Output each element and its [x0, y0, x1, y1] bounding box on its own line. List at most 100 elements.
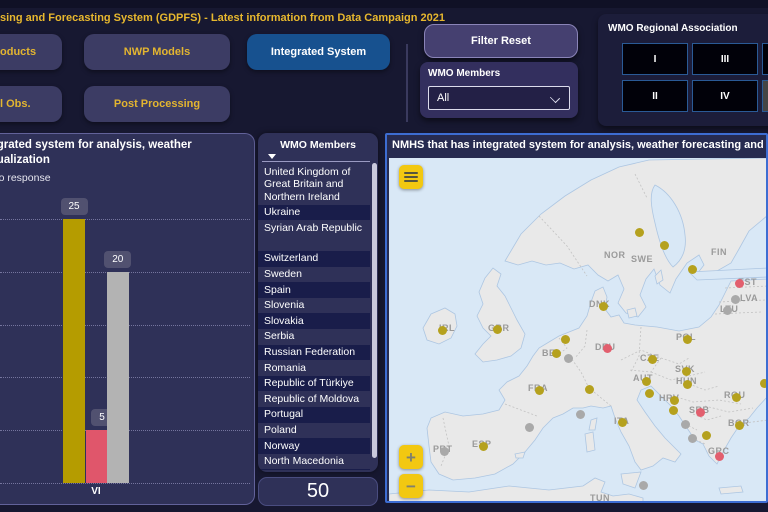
list-scrollbar[interactable] — [372, 163, 377, 458]
nmhs-status-dot-gold[interactable] — [642, 377, 651, 386]
regional-association-cell[interactable]: IV — [692, 80, 758, 112]
map-title: NMHS that has integrated system for anal… — [392, 139, 768, 151]
nav-filter-divider — [406, 44, 408, 122]
nmhs-status-dot-gold[interactable] — [585, 385, 594, 394]
nmhs-status-dot-gold[interactable] — [732, 393, 741, 402]
nmhs-status-dot-gold[interactable] — [735, 421, 744, 430]
nmhs-status-dot-gold[interactable] — [618, 418, 627, 427]
tab-products[interactable]: oducts — [0, 34, 62, 70]
nmhs-status-dot-gold[interactable] — [683, 335, 692, 344]
nmhs-status-dot-gold[interactable] — [438, 326, 447, 335]
regional-association-cell[interactable]: II — [622, 80, 688, 112]
member-list-item[interactable]: Switzerland — [258, 251, 370, 267]
wmo-members-list-header: WMO Members — [258, 139, 378, 151]
nmhs-status-dot-gold[interactable] — [561, 335, 570, 344]
nmhs-status-dot-gold[interactable] — [688, 265, 697, 274]
chart-title-line1: NMHS that has integrated system for anal… — [0, 139, 192, 151]
tab-nwp-models[interactable]: NWP Models — [84, 34, 230, 70]
bar-red[interactable] — [86, 430, 107, 483]
page-title: sing and Forecasting System (GDPFS) - La… — [0, 12, 445, 24]
bar-chart-panel: NMHS that has integrated system for anal… — [0, 133, 255, 505]
regional-association-cell[interactable]: I — [622, 43, 688, 75]
nmhs-status-dot-gold[interactable] — [599, 302, 608, 311]
nmhs-status-dot-grey[interactable] — [723, 306, 732, 315]
map-zoom-out-button[interactable]: − — [399, 474, 423, 498]
nmhs-status-dot-red[interactable] — [715, 452, 724, 461]
member-list-item[interactable]: Sweden — [258, 267, 370, 283]
nmhs-status-dot-red[interactable] — [603, 344, 612, 353]
nmhs-status-dot-gold[interactable] — [683, 380, 692, 389]
member-list-item[interactable]: Slovakia — [258, 313, 370, 329]
nmhs-status-dot-grey[interactable] — [525, 423, 534, 432]
regional-association-cell[interactable]: III — [692, 43, 758, 75]
member-list-item[interactable]: Spain — [258, 282, 370, 298]
nmhs-status-dot-gold[interactable] — [682, 367, 691, 376]
member-list-item[interactable]: Republic of Moldova — [258, 391, 370, 407]
member-list-item[interactable]: Syrian Arab Republic — [258, 220, 370, 236]
member-list-item[interactable]: Netherlands — [258, 469, 370, 470]
map-area[interactable]: NORSWEFINDNKIRLGBRDEUPOLESTLVALTUFRAESPP… — [389, 158, 768, 503]
caret-down-icon[interactable] — [268, 154, 276, 159]
nmhs-status-dot-gold[interactable] — [670, 396, 679, 405]
member-list-item[interactable]: Poland — [258, 423, 370, 439]
nmhs-status-dot-grey[interactable] — [731, 295, 740, 304]
tab-obs[interactable]: l Obs. — [0, 86, 62, 122]
nmhs-status-dot-gold[interactable] — [635, 228, 644, 237]
nmhs-status-dot-gold[interactable] — [493, 325, 502, 334]
wmo-members-dropdown[interactable]: All — [428, 86, 570, 110]
bar-grey[interactable] — [107, 272, 129, 483]
filter-reset-button[interactable]: Filter Reset — [424, 24, 578, 58]
member-list-item[interactable]: Ukraine — [258, 205, 370, 221]
member-list-item[interactable]: Romania — [258, 360, 370, 376]
wmo-members-filter-card: WMO Members All — [420, 62, 578, 118]
chart-legend-no-response: No response — [0, 172, 51, 184]
bar-value-label: 25 — [61, 198, 88, 215]
wmo-members-list-panel: WMO Members United Kingdom of Great Brit… — [258, 133, 378, 472]
regional-association-cell[interactable] — [762, 43, 768, 75]
country-label-fin: FIN — [711, 247, 727, 257]
member-list-item[interactable]: Republic of Türkiye — [258, 376, 370, 392]
map-zoom-in-button[interactable]: + — [399, 445, 423, 469]
nmhs-status-dot-gold[interactable] — [648, 355, 657, 364]
nmhs-status-dot-gold[interactable] — [702, 431, 711, 440]
dashboard-screen: sing and Forecasting System (GDPFS) - La… — [0, 0, 768, 512]
nmhs-status-dot-grey[interactable] — [576, 410, 585, 419]
nmhs-status-dot-gold[interactable] — [552, 349, 561, 358]
nmhs-status-dot-gold[interactable] — [479, 442, 488, 451]
member-list-item[interactable] — [258, 236, 370, 251]
member-list-item[interactable]: North Macedonia — [258, 454, 370, 470]
map-layers-menu-button[interactable] — [399, 165, 423, 189]
member-list: United Kingdom of Great Britain and Nort… — [258, 164, 370, 470]
nmhs-status-dot-grey[interactable] — [440, 447, 449, 456]
total-members-card: 50 — [258, 477, 378, 506]
member-list-item[interactable]: Serbia — [258, 329, 370, 345]
regional-association-card: WMO Regional Association IIIIIIIV — [598, 14, 768, 126]
nmhs-status-dot-grey[interactable] — [688, 434, 697, 443]
country-label-swe: SWE — [631, 254, 653, 264]
member-list-item[interactable]: Russian Federation — [258, 345, 370, 361]
member-list-item[interactable]: United Kingdom of Great Britain and Nort… — [258, 164, 370, 205]
hamburger-icon — [404, 170, 418, 184]
nmhs-status-dot-gold[interactable] — [535, 386, 544, 395]
tab-integrated-system[interactable]: Integrated System — [247, 34, 390, 70]
country-label-tun: TUN — [590, 493, 610, 503]
country-label-nor: NOR — [604, 250, 626, 260]
nmhs-status-dot-grey[interactable] — [681, 420, 690, 429]
member-list-item[interactable]: Portugal — [258, 407, 370, 423]
regional-association-cell[interactable] — [762, 80, 768, 112]
member-list-item[interactable]: Norway — [258, 438, 370, 454]
nmhs-status-dot-gold[interactable] — [760, 379, 768, 388]
nmhs-status-dot-gold[interactable] — [645, 389, 654, 398]
nmhs-status-dot-grey[interactable] — [639, 481, 648, 490]
list-header-rule — [262, 161, 370, 162]
nmhs-status-dot-red[interactable] — [696, 408, 705, 417]
nmhs-status-dot-grey[interactable] — [564, 354, 573, 363]
nmhs-status-dot-red[interactable] — [735, 279, 744, 288]
nmhs-status-dot-gold[interactable] — [669, 406, 678, 415]
wmo-members-dropdown-value: All — [437, 92, 449, 104]
nmhs-status-dot-gold[interactable] — [660, 241, 669, 250]
tab-post-processing[interactable]: Post Processing — [84, 86, 230, 122]
bar-yellow[interactable] — [63, 219, 85, 483]
member-list-item[interactable]: Slovenia — [258, 298, 370, 314]
map-panel: NMHS that has integrated system for anal… — [385, 133, 768, 503]
